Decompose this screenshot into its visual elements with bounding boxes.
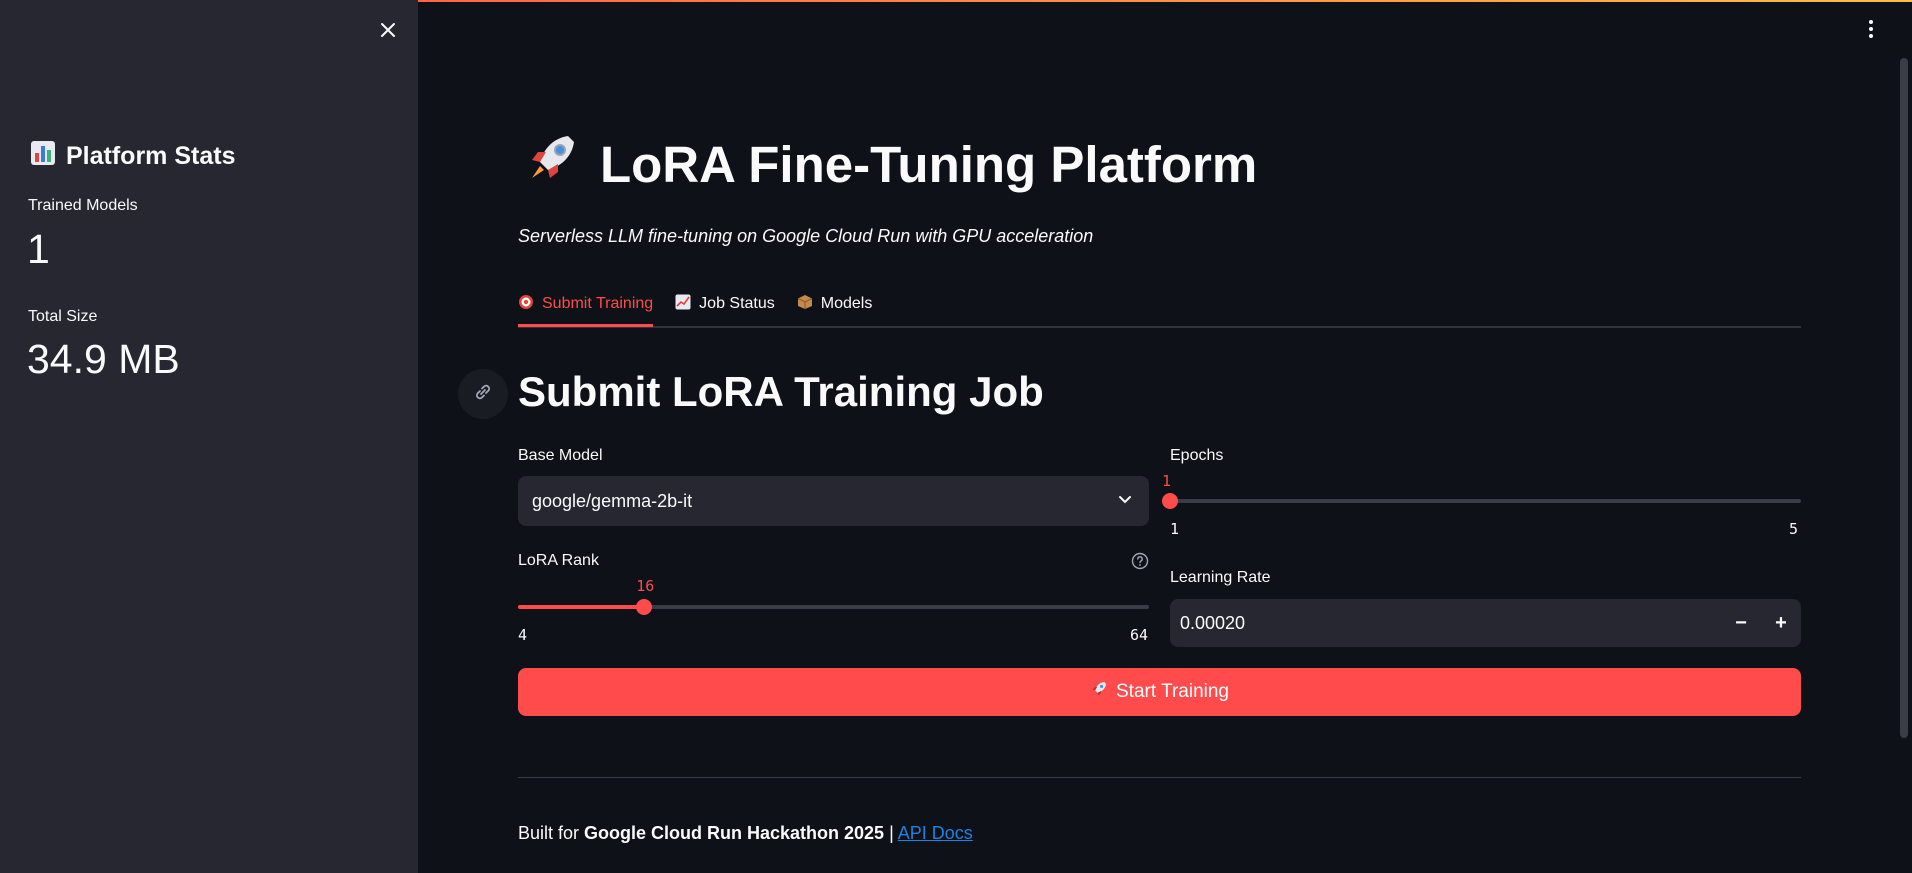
epochs-min: 1 — [1170, 520, 1180, 538]
lora-rank-slider-thumb[interactable] — [636, 599, 653, 615]
footer-prefix: Built for — [518, 823, 585, 843]
stat-label-total-size: Total Size — [28, 308, 98, 325]
tab-submit-training[interactable]: Submit Training — [518, 284, 654, 327]
footer: Built for Google Cloud Run Hackathon 202… — [518, 823, 973, 844]
footer-hackathon: Google Cloud Run Hackathon 2025 — [584, 823, 885, 843]
footer-divider — [518, 777, 1801, 778]
base-model-label: Base Model — [518, 447, 603, 464]
sidebar-title-text: Platform Stats — [66, 142, 236, 170]
lora-rank-slider-fill — [518, 605, 645, 609]
tab-label: Submit Training — [542, 295, 654, 312]
target-icon — [518, 294, 534, 315]
start-training-label: Start Training — [1116, 681, 1229, 702]
epochs-current-value: 1 — [1162, 472, 1172, 490]
start-training-button[interactable]: Start Training — [518, 668, 1801, 716]
section-title: Submit LoRA Training Job — [518, 368, 1044, 415]
base-model-value: google/gemma-2b-it — [532, 490, 693, 511]
link-icon — [472, 381, 494, 408]
increment-button[interactable]: + — [1761, 599, 1801, 647]
epochs-slider-track[interactable] — [1170, 499, 1801, 503]
lora-rank-current-value: 16 — [636, 577, 655, 595]
epochs-slider-thumb[interactable] — [1162, 493, 1178, 509]
sidebar-title: Platform Stats — [30, 140, 235, 173]
epochs-max: 5 — [1789, 520, 1799, 538]
lora-rank-max: 64 — [1130, 626, 1149, 644]
learning-rate-input[interactable] — [1170, 598, 1721, 648]
scrollbar[interactable] — [1900, 58, 1908, 738]
footer-separator: | — [884, 823, 898, 843]
stat-label-trained-models: Trained Models — [28, 197, 138, 214]
tab-job-status[interactable]: Job Status — [675, 284, 775, 324]
decrement-button[interactable]: − — [1721, 599, 1761, 647]
bar-chart-icon — [30, 140, 56, 173]
tab-label: Job Status — [699, 295, 775, 312]
rocket-icon — [524, 130, 580, 198]
page-subtitle: Serverless LLM fine-tuning on Google Clo… — [518, 226, 1094, 246]
stat-value-trained-models: 1 — [27, 226, 50, 272]
learning-rate-label: Learning Rate — [1170, 569, 1271, 586]
page-title-text: LoRA Fine-Tuning Platform — [600, 135, 1258, 193]
main-menu-icon[interactable] — [1865, 18, 1877, 40]
stat-value-total-size: 34.9 MB — [27, 336, 180, 382]
lora-rank-min: 4 — [518, 626, 528, 644]
rocket-icon — [1090, 680, 1108, 704]
api-docs-link[interactable]: API Docs — [898, 823, 973, 843]
section-link-anchor[interactable] — [458, 369, 508, 419]
epochs-label: Epochs — [1170, 447, 1224, 464]
lora-rank-label: LoRA Rank — [518, 552, 599, 569]
tab-bar: Submit Training Job Status Models — [518, 284, 1801, 328]
close-sidebar-icon[interactable] — [376, 18, 400, 42]
chevron-down-icon — [1117, 491, 1133, 512]
page-title: LoRA Fine-Tuning Platform — [524, 130, 1257, 198]
package-icon — [797, 294, 813, 315]
chart-increasing-icon — [675, 294, 691, 315]
tab-label: Models — [820, 295, 873, 312]
sidebar: Platform Stats Trained Models 1 Total Si… — [0, 0, 418, 873]
help-icon[interactable] — [1131, 552, 1149, 570]
tab-models[interactable]: Models — [797, 284, 873, 324]
learning-rate-input-group: − + — [1170, 598, 1801, 648]
base-model-select[interactable]: google/gemma-2b-it — [518, 476, 1149, 526]
